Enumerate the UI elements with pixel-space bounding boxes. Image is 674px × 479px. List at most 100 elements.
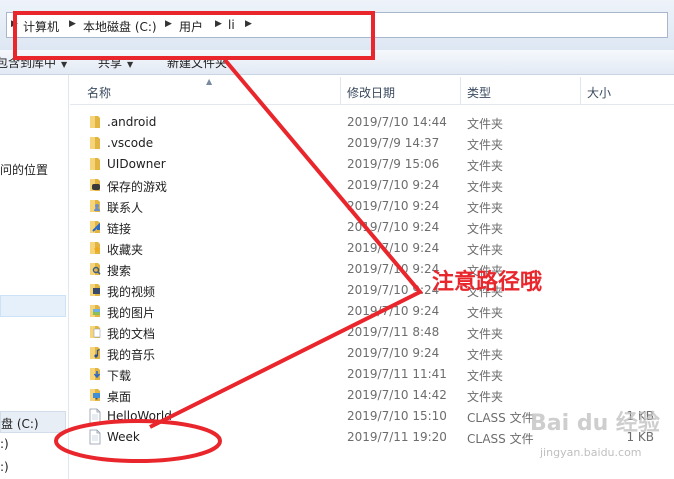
file-type: 文件夹 bbox=[467, 369, 504, 383]
list-item[interactable]: 下载 2019/7/11 11:41 文件夹 bbox=[70, 364, 674, 385]
folder-icon bbox=[90, 137, 100, 149]
list-item[interactable]: 搜索 2019/7/10 9:24 文件夹 bbox=[70, 259, 674, 280]
command-bar: 包含到库中 ▼ 共享 ▼ 新建文件夹 bbox=[0, 50, 674, 75]
file-name: 收藏夹 bbox=[107, 243, 144, 257]
videos-icon bbox=[90, 284, 100, 296]
list-item[interactable]: .android 2019/7/10 14:44 文件夹 bbox=[70, 112, 674, 133]
column-header: ▲ 名称 修改日期 类型 大小 bbox=[70, 77, 674, 105]
pictures-icon bbox=[90, 305, 100, 317]
sort-ascending-icon: ▲ bbox=[206, 77, 213, 86]
file-date: 2019/7/10 9:24 bbox=[347, 346, 440, 360]
chevron-right-icon[interactable]: ▶ bbox=[11, 19, 18, 29]
file-name: Week bbox=[107, 430, 140, 444]
share-label: 共享 bbox=[98, 56, 123, 70]
file-date: 2019/7/10 15:10 bbox=[347, 409, 447, 423]
file-name: 保存的游戏 bbox=[107, 180, 168, 194]
navigation-pane[interactable]: 问的位置 盘 (C:) :) :) bbox=[0, 75, 69, 479]
list-item[interactable]: 保存的游戏 2019/7/10 9:24 文件夹 bbox=[70, 175, 674, 196]
file-date: 2019/7/10 9:24 bbox=[347, 262, 440, 276]
column-type[interactable]: 类型 bbox=[467, 84, 491, 101]
breadcrumb-computer[interactable]: 计算机 bbox=[23, 18, 59, 35]
file-name: 我的音乐 bbox=[107, 348, 156, 362]
file-type: 文件夹 bbox=[467, 306, 504, 320]
chevron-right-icon[interactable]: ▶ bbox=[69, 19, 76, 29]
file-type: 文件夹 bbox=[467, 201, 504, 215]
list-item[interactable]: .vscode 2019/7/9 14:37 文件夹 bbox=[70, 133, 674, 154]
breadcrumb-local-disk[interactable]: 本地磁盘 (C:) bbox=[83, 18, 157, 35]
column-name[interactable]: 名称 bbox=[87, 84, 111, 101]
file-name: 我的视频 bbox=[107, 285, 156, 299]
file-date: 2019/7/10 9:24 bbox=[347, 199, 440, 213]
list-item[interactable]: 联系人 2019/7/10 9:24 文件夹 bbox=[70, 196, 674, 217]
file-name: 下载 bbox=[107, 369, 132, 383]
breadcrumb-users[interactable]: 用户 bbox=[179, 18, 203, 35]
file-type: CLASS 文件 bbox=[467, 411, 534, 425]
file-type: 文件夹 bbox=[467, 117, 504, 131]
file-type: 文件夹 bbox=[467, 327, 504, 341]
links-icon bbox=[90, 221, 100, 233]
share-button[interactable]: 共享 ▼ bbox=[98, 54, 133, 71]
file-name: 链接 bbox=[107, 222, 132, 236]
file-name: .vscode bbox=[107, 136, 154, 150]
file-type: 文件夹 bbox=[467, 348, 504, 362]
list-item[interactable]: 收藏夹 2019/7/10 9:24 文件夹 bbox=[70, 238, 674, 259]
file-date: 2019/7/10 14:42 bbox=[347, 388, 447, 402]
file-name: 搜索 bbox=[107, 264, 132, 278]
music-icon bbox=[90, 347, 100, 359]
nav-drive-e[interactable]: :) bbox=[0, 460, 9, 474]
file-type: 文件夹 bbox=[467, 159, 504, 173]
folder-icon bbox=[90, 158, 100, 170]
chevron-right-icon[interactable]: ▶ bbox=[165, 19, 172, 29]
nav-drive-d[interactable]: :) bbox=[0, 437, 9, 451]
list-item[interactable]: 我的图片 2019/7/10 9:24 文件夹 bbox=[70, 301, 674, 322]
file-date: 2019/7/11 19:20 bbox=[347, 430, 447, 444]
file-type: CLASS 文件 bbox=[467, 432, 534, 446]
include-in-library-button[interactable]: 包含到库中 ▼ bbox=[0, 54, 67, 71]
file-name: UIDowner bbox=[107, 157, 166, 171]
file-type: 文件夹 bbox=[467, 390, 504, 404]
file-name: 我的文档 bbox=[107, 327, 156, 341]
list-item[interactable]: 链接 2019/7/10 9:24 文件夹 bbox=[70, 217, 674, 238]
nav-local-disk-label: 盘 (C:) bbox=[1, 417, 39, 431]
column-divider[interactable] bbox=[580, 77, 581, 104]
file-type: 文件夹 bbox=[467, 180, 504, 194]
contacts-icon bbox=[90, 200, 100, 212]
column-divider[interactable] bbox=[460, 77, 461, 104]
chevron-right-icon[interactable]: ▶ bbox=[215, 19, 222, 29]
file-date: 2019/7/11 11:41 bbox=[347, 367, 447, 381]
address-bar: ▶ 计算机 ▶ 本地磁盘 (C:) ▶ 用户 ▶ li ▶ bbox=[0, 0, 674, 51]
breadcrumb-li[interactable]: li bbox=[228, 18, 235, 32]
column-modified[interactable]: 修改日期 bbox=[347, 84, 395, 101]
file-date: 2019/7/11 8:48 bbox=[347, 325, 440, 339]
list-item[interactable]: 我的音乐 2019/7/10 9:24 文件夹 bbox=[70, 343, 674, 364]
file-date: 2019/7/10 9:24 bbox=[347, 241, 440, 255]
dropdown-arrow-icon: ▼ bbox=[127, 60, 134, 69]
file-date: 2019/7/10 9:24 bbox=[347, 220, 440, 234]
file-name: 我的图片 bbox=[107, 306, 156, 320]
nav-recent-places[interactable]: 问的位置 bbox=[0, 161, 48, 178]
file-name: HelloWorld bbox=[107, 409, 172, 423]
include-in-library-label: 包含到库中 bbox=[0, 56, 57, 70]
column-divider[interactable] bbox=[340, 77, 341, 104]
list-item[interactable]: 桌面 2019/7/10 14:42 文件夹 bbox=[70, 385, 674, 406]
nav-local-disk[interactable]: 盘 (C:) bbox=[0, 411, 66, 433]
nav-selected-item[interactable] bbox=[0, 295, 66, 317]
searches-icon bbox=[90, 263, 101, 275]
file-type: 文件夹 bbox=[467, 243, 504, 257]
file-name: 联系人 bbox=[107, 201, 144, 215]
file-date: 2019/7/9 15:06 bbox=[347, 157, 440, 171]
desktop-icon bbox=[90, 389, 100, 401]
file-icon bbox=[89, 429, 101, 445]
file-type: 文件夹 bbox=[467, 222, 504, 236]
new-folder-button[interactable]: 新建文件夹 bbox=[167, 54, 227, 71]
chevron-right-icon[interactable]: ▶ bbox=[245, 19, 252, 29]
list-item[interactable]: UIDowner 2019/7/9 15:06 文件夹 bbox=[70, 154, 674, 175]
list-item[interactable]: 我的视频 2019/7/10 9:24 文件夹 bbox=[70, 280, 674, 301]
column-size[interactable]: 大小 bbox=[587, 84, 611, 101]
list-item[interactable]: 我的文档 2019/7/11 8:48 文件夹 bbox=[70, 322, 674, 343]
address-field[interactable]: ▶ 计算机 ▶ 本地磁盘 (C:) ▶ 用户 ▶ li ▶ bbox=[6, 12, 668, 38]
file-date: 2019/7/10 9:24 bbox=[347, 283, 440, 297]
file-icon bbox=[89, 408, 101, 424]
file-name: .android bbox=[107, 115, 157, 129]
watermark-url: jingyan.baidu.com bbox=[540, 446, 642, 459]
